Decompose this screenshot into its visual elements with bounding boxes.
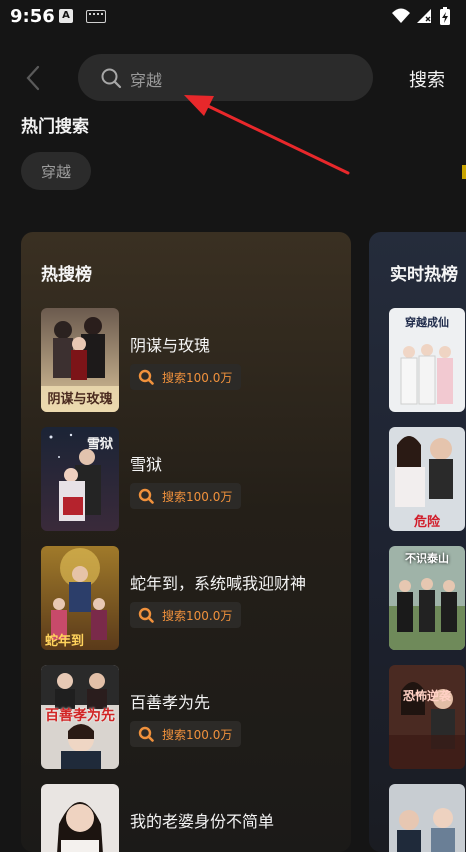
poster-caption: 危险 bbox=[413, 515, 440, 530]
poster-image[interactable]: 恐怖逆袭 bbox=[389, 665, 465, 769]
poster-caption: 恐怖逆袭 bbox=[402, 689, 451, 703]
history-chip[interactable]: 穿越 bbox=[21, 152, 91, 190]
poster-image[interactable]: 不识泰山 bbox=[389, 546, 465, 650]
poster-image[interactable]: 危险 bbox=[389, 427, 465, 531]
item-title: 蛇年到，系统喊我迎财神 bbox=[130, 574, 307, 593]
poster-image bbox=[41, 784, 119, 852]
status-time: 9:56 bbox=[10, 6, 55, 27]
poster-image: 蛇年到 bbox=[41, 546, 119, 650]
item-title: 雪狱 bbox=[130, 455, 163, 474]
hot-list-card: 热搜榜 阴谋与玫瑰 阴谋与玫瑰 搜索100.0万 雪狱 雪狱 搜索100.0万 … bbox=[21, 232, 351, 852]
search-count-badge: 搜索100.0万 bbox=[130, 721, 241, 747]
poster-image[interactable]: 穿越成仙 bbox=[389, 308, 465, 412]
poster-caption: 百善孝为先 bbox=[45, 708, 115, 724]
realtime-list-card: 实时热榜 穿越成仙 危险 不识泰山 恐怖逆袭 bbox=[369, 232, 466, 852]
wifi-icon bbox=[392, 8, 410, 23]
poster-caption: 不识泰山 bbox=[405, 552, 449, 565]
search-count: 搜索100.0万 bbox=[162, 609, 233, 623]
edge-indicator bbox=[462, 165, 466, 179]
poster-caption: 雪狱 bbox=[86, 437, 113, 452]
item-title: 我的老婆身份不简单 bbox=[130, 812, 275, 831]
status-icons bbox=[390, 5, 460, 31]
search-icon bbox=[101, 68, 122, 89]
search-input[interactable]: 穿越 bbox=[78, 54, 373, 101]
poster-image[interactable] bbox=[389, 784, 465, 852]
status-bar: 9:56 A bbox=[0, 0, 466, 34]
search-count-badge: 搜索100.0万 bbox=[130, 364, 241, 390]
keyboard-icon bbox=[86, 10, 106, 23]
history-title: 热门搜索 bbox=[21, 117, 89, 137]
signal-icon bbox=[417, 9, 431, 23]
battery-icon bbox=[440, 7, 450, 25]
search-count-icon bbox=[138, 369, 154, 385]
search-count-badge: 搜索100.0万 bbox=[130, 602, 241, 628]
list-item[interactable]: 阴谋与玫瑰 阴谋与玫瑰 搜索100.0万 bbox=[41, 308, 341, 412]
search-count: 搜索100.0万 bbox=[162, 371, 233, 385]
notification-a-icon: A bbox=[59, 9, 73, 23]
item-title: 百善孝为先 bbox=[130, 693, 211, 712]
poster-caption: 蛇年到 bbox=[45, 634, 85, 649]
poster-image: 百善孝为先 bbox=[41, 665, 119, 769]
item-title: 阴谋与玫瑰 bbox=[130, 336, 211, 355]
back-button[interactable] bbox=[22, 64, 46, 92]
poster-image: 阴谋与玫瑰 bbox=[41, 308, 119, 412]
history-chip-label: 穿越 bbox=[40, 163, 71, 181]
hot-list-title: 热搜榜 bbox=[41, 265, 92, 285]
list-item[interactable]: 蛇年到 蛇年到，系统喊我迎财神 搜索100.0万 bbox=[41, 546, 341, 650]
realtime-list-title: 实时热榜 bbox=[390, 265, 458, 285]
poster-caption: 穿越成仙 bbox=[405, 316, 449, 329]
poster-image: 雪狱 bbox=[41, 427, 119, 531]
list-item[interactable]: 我的老婆身份不简单 bbox=[41, 784, 341, 852]
list-item[interactable]: 百善孝为先 百善孝为先 搜索100.0万 bbox=[41, 665, 341, 769]
list-item[interactable]: 雪狱 雪狱 搜索100.0万 bbox=[41, 427, 341, 531]
search-count: 搜索100.0万 bbox=[162, 490, 233, 504]
search-count-icon bbox=[138, 488, 154, 504]
poster-caption: 阴谋与玫瑰 bbox=[47, 392, 113, 407]
search-count-icon bbox=[138, 607, 154, 623]
search-count-icon bbox=[138, 726, 154, 742]
search-count: 搜索100.0万 bbox=[162, 728, 233, 742]
search-placeholder: 穿越 bbox=[130, 71, 163, 90]
chevron-left-icon bbox=[26, 65, 40, 91]
search-button[interactable]: 搜索 bbox=[409, 66, 445, 92]
search-count-badge: 搜索100.0万 bbox=[130, 483, 241, 509]
